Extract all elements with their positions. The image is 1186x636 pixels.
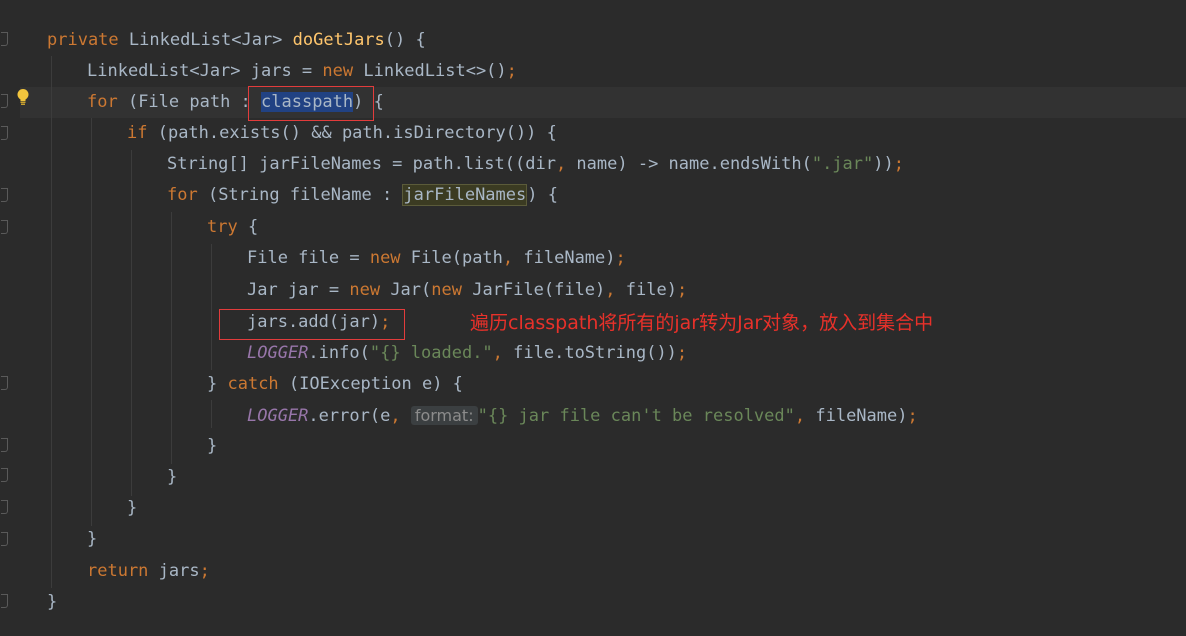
string-literal: "{} loaded." [369, 343, 493, 363]
code-text: file.toString()) [502, 343, 677, 363]
parameter-hint: format: [410, 406, 478, 425]
code-line-5[interactable]: String[] jarFileNames = path.list((dir, … [167, 149, 904, 180]
fold-marker-icon[interactable] [1, 532, 8, 546]
fold-marker-icon[interactable] [1, 126, 8, 140]
comma: , [555, 154, 567, 174]
code-text: LinkedList<Jar> [118, 30, 293, 50]
code-text: fileName) [513, 248, 616, 268]
code-text: LinkedList<Jar> jars = [87, 61, 323, 81]
code-text: () { [384, 30, 426, 50]
indent-guide [91, 118, 92, 526]
code-text: (String fileName : [197, 185, 403, 205]
fold-marker-icon[interactable] [1, 468, 8, 482]
code-text: Jar jar = [247, 280, 350, 300]
code-text: LinkedList<>() [353, 61, 507, 81]
code-line-2[interactable]: LinkedList<Jar> jars = new LinkedList<>(… [87, 56, 517, 87]
code-line-1[interactable]: private LinkedList<Jar> doGetJars() { [47, 25, 426, 56]
keyword: new [369, 248, 401, 268]
code-text: )) [873, 154, 894, 174]
code-line-14[interactable]: } [207, 431, 217, 462]
code-line-17[interactable]: } [87, 524, 97, 555]
code-text: JarFile(file) [461, 280, 606, 300]
code-line-7[interactable]: try { [207, 212, 258, 243]
string-literal: ".jar" [811, 154, 874, 174]
indent-guide [171, 212, 172, 464]
keyword: for [87, 92, 118, 112]
keyword: return [87, 561, 149, 581]
semicolon: ; [615, 248, 626, 268]
comma: , [502, 248, 514, 268]
semicolon: ; [676, 343, 688, 363]
fold-marker-icon[interactable] [1, 500, 8, 514]
semicolon: ; [893, 154, 904, 174]
fold-marker-icon[interactable] [1, 594, 8, 608]
fold-marker-icon[interactable] [1, 376, 8, 390]
code-line-6[interactable]: for (String fileName : jarFileNames) { [167, 180, 558, 211]
fold-marker-icon[interactable] [1, 220, 8, 234]
code-line-4[interactable]: if (path.exists() && path.isDirectory())… [127, 118, 557, 149]
keyword: new [349, 280, 381, 300]
semicolon: ; [676, 280, 688, 300]
semicolon: ; [506, 61, 517, 81]
code-line-16[interactable]: } [127, 493, 137, 524]
code-text: File file = [247, 248, 370, 268]
lightbulb-icon[interactable] [16, 88, 30, 106]
code-text: } [207, 374, 228, 394]
comma: , [605, 280, 616, 300]
code-text: (IOException e) { [278, 374, 463, 394]
code-text: { [237, 217, 259, 237]
code-line-9[interactable]: Jar jar = new Jar(new JarFile(file), fil… [247, 275, 687, 306]
keyword: if [127, 123, 148, 143]
method-name: doGetJars [292, 30, 385, 50]
static-field: LOGGER [247, 343, 309, 363]
comma: , [390, 406, 401, 426]
static-field: LOGGER [247, 406, 309, 426]
code-editor[interactable]: private LinkedList<Jar> doGetJars() { Li… [0, 0, 1186, 636]
code-text: ) { [527, 185, 558, 205]
highlighted-identifier[interactable]: jarFileNames [402, 184, 528, 206]
code-line-13[interactable]: LOGGER.error(e, format: "{} jar file can'… [247, 400, 918, 431]
semicolon: ; [199, 561, 210, 581]
code-line-11[interactable]: LOGGER.info("{} loaded.", file.toString(… [247, 338, 687, 369]
code-text: (path.exists() && path.isDirectory()) { [147, 123, 557, 143]
code-text: (File path : [117, 92, 262, 112]
keyword: catch [227, 374, 279, 394]
code-text: file) [615, 280, 677, 300]
code-text: File(path [400, 248, 503, 268]
code-line-8[interactable]: File file = new File(path, fileName); [247, 243, 626, 274]
code-text: fileName) [805, 406, 908, 426]
code-text: Jar( [380, 280, 432, 300]
indent-guide [211, 244, 212, 370]
indent-guide [211, 400, 212, 428]
comma: , [492, 343, 503, 363]
keyword: try [207, 217, 238, 237]
indent-guide [131, 150, 132, 496]
annotation-box-classpath [248, 86, 374, 121]
code-line-19[interactable]: } [47, 587, 57, 618]
code-line-15[interactable]: } [167, 462, 177, 493]
keyword: private [47, 30, 119, 50]
annotation-box-jars-add [219, 309, 405, 340]
code-text: name) -> name.endsWith( [566, 154, 812, 174]
editor-gutter[interactable] [0, 0, 14, 636]
keyword: new [322, 61, 354, 81]
code-line-18[interactable]: return jars; [87, 556, 210, 587]
semicolon: ; [907, 406, 918, 426]
code-text: String[] jarFileNames = path.list((dir [167, 154, 556, 174]
code-line-12[interactable]: } catch (IOException e) { [207, 369, 463, 400]
keyword: for [167, 185, 198, 205]
fold-marker-icon[interactable] [1, 32, 8, 46]
string-literal: "{} jar file can't be resolved" [477, 406, 795, 426]
code-text: .info( [308, 343, 370, 363]
code-text: .error(e [308, 406, 391, 426]
code-text: jars [148, 561, 200, 581]
fold-marker-icon[interactable] [1, 94, 8, 108]
fold-marker-icon[interactable] [1, 438, 8, 452]
comma: , [794, 406, 806, 426]
fold-marker-icon[interactable] [1, 188, 8, 202]
keyword: new [431, 280, 462, 300]
annotation-text: 遍历classpath将所有的jar转为Jar对象，放入到集合中 [470, 312, 934, 334]
indent-guide [51, 56, 52, 588]
